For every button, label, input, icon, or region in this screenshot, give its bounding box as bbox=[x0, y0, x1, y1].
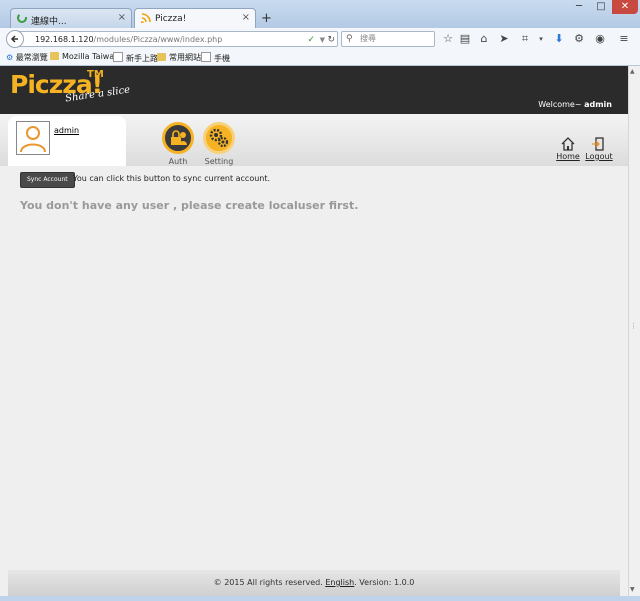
tab-piczza[interactable]: Piczza! × bbox=[134, 8, 256, 28]
page-viewport: Piczza! TM Share a slice Welcome~ admin … bbox=[0, 66, 628, 596]
bookmark-getting-started[interactable]: 新手上路 bbox=[113, 52, 158, 64]
tab-label: 連線中... bbox=[31, 17, 67, 27]
tab-close-button[interactable]: × bbox=[242, 12, 250, 23]
verified-icon[interactable]: ✓ bbox=[307, 32, 315, 48]
reload-icon[interactable]: ↻ bbox=[327, 32, 335, 48]
bookmark-star-icon[interactable]: ☆ bbox=[440, 31, 456, 47]
rss-icon bbox=[141, 13, 151, 23]
chat-icon[interactable]: ◉ bbox=[592, 31, 608, 47]
version-number: 1.0.0 bbox=[393, 578, 415, 587]
url-host: 192.168.1.120 bbox=[35, 35, 94, 44]
auth-label[interactable]: Auth bbox=[158, 157, 198, 166]
bookmark-label: 手機 bbox=[214, 54, 230, 63]
bookmark-label: 最常瀏覽 bbox=[15, 53, 48, 62]
maximize-button[interactable]: □ bbox=[590, 0, 612, 14]
welcome-prefix: Welcome~ bbox=[538, 100, 582, 109]
footer: © 2015 All rights reserved. English. Ver… bbox=[8, 570, 620, 596]
tab-close-button[interactable]: × bbox=[118, 12, 126, 23]
language-link[interactable]: English bbox=[325, 578, 354, 587]
setting-label[interactable]: Setting bbox=[199, 157, 239, 166]
lock-icon bbox=[171, 130, 187, 145]
tab-label: Piczza! bbox=[155, 14, 187, 24]
avatar[interactable] bbox=[16, 121, 50, 155]
welcome-user: admin bbox=[584, 100, 612, 109]
page-icon bbox=[201, 52, 211, 62]
url-path: /modules/Piczza/www/index.php bbox=[93, 35, 223, 44]
main-content bbox=[8, 166, 620, 570]
page-icon bbox=[113, 52, 123, 62]
logo-trademark: TM bbox=[87, 69, 104, 80]
folder-icon bbox=[157, 53, 166, 61]
sync-message: You can click this button to sync curren… bbox=[73, 174, 271, 183]
bookmark-mozilla-taiwan[interactable]: Mozilla Taiwan bbox=[50, 52, 119, 61]
menu-icon[interactable]: ≡ bbox=[616, 31, 632, 47]
bookmark-label: 常用網站 bbox=[169, 53, 201, 62]
bookmarks-bar: ⚙ 最常瀏覽 Mozilla Taiwan 新手上路 常用網站 手機 bbox=[0, 50, 640, 66]
back-button[interactable] bbox=[6, 30, 24, 48]
sync-account-button[interactable]: Sync Account bbox=[20, 172, 75, 188]
copyright-text: © 2015 All rights reserved. bbox=[213, 578, 323, 587]
minimize-button[interactable]: ─ bbox=[568, 0, 590, 14]
vertical-scrollbar[interactable] bbox=[628, 66, 640, 596]
setting-button[interactable] bbox=[203, 122, 235, 154]
loading-icon bbox=[17, 13, 27, 23]
search-placeholder: 搜尋 bbox=[360, 34, 376, 43]
home-link[interactable]: Home bbox=[553, 152, 583, 161]
scroll-grip-icon[interactable]: ⋮ bbox=[630, 322, 637, 330]
app-toolbar bbox=[0, 114, 628, 166]
url-bar[interactable]: 192.168.1.120/modules/Piczza/www/index.p… bbox=[18, 31, 338, 47]
gears-icon bbox=[209, 128, 229, 148]
logout-link[interactable]: Logout bbox=[583, 152, 615, 161]
arrow-left-icon bbox=[10, 35, 18, 43]
version-prefix: . Version: bbox=[354, 578, 394, 587]
bookmark-common-sites[interactable]: 常用網站 bbox=[157, 52, 201, 63]
close-window-button[interactable]: ✕ bbox=[612, 0, 638, 14]
bookmark-mobile[interactable]: 手機 bbox=[201, 52, 230, 64]
user-icon bbox=[20, 126, 46, 153]
new-tab-button[interactable]: + bbox=[261, 11, 272, 26]
download-icon[interactable]: ⬇ bbox=[551, 31, 567, 47]
home-icon[interactable]: ⌂ bbox=[476, 31, 492, 47]
tab-loading[interactable]: 連線中... × bbox=[10, 8, 132, 28]
username-link[interactable]: admin bbox=[54, 126, 79, 135]
crop-icon[interactable]: ⌗ bbox=[517, 31, 533, 47]
gear-icon[interactable]: ⚙ bbox=[571, 31, 587, 47]
search-input[interactable]: ⚲ 搜尋 bbox=[341, 31, 435, 47]
search-icon: ⚲ bbox=[346, 34, 353, 44]
reading-list-icon[interactable]: ▤ bbox=[457, 31, 473, 47]
scroll-down-icon[interactable]: ▼ bbox=[630, 586, 635, 593]
scroll-up-icon[interactable]: ▲ bbox=[630, 68, 635, 75]
welcome-text: Welcome~ admin bbox=[538, 100, 612, 109]
bookmark-most-visited[interactable]: ⚙ 最常瀏覽 bbox=[6, 52, 48, 63]
dropdown-icon[interactable]: ▼ bbox=[320, 32, 325, 48]
bookmark-label: 新手上路 bbox=[126, 54, 158, 63]
auth-button[interactable] bbox=[162, 122, 194, 154]
app-header: Piczza! TM Share a slice Welcome~ admin bbox=[0, 66, 628, 114]
folder-icon bbox=[50, 52, 59, 60]
bookmark-label: Mozilla Taiwan bbox=[62, 52, 120, 61]
empty-state-message: You don't have any user , please create … bbox=[20, 199, 359, 212]
send-icon[interactable]: ➤ bbox=[496, 31, 512, 47]
gear-icon: ⚙ bbox=[6, 53, 14, 62]
crop-dropdown-icon[interactable]: ▾ bbox=[533, 31, 549, 47]
